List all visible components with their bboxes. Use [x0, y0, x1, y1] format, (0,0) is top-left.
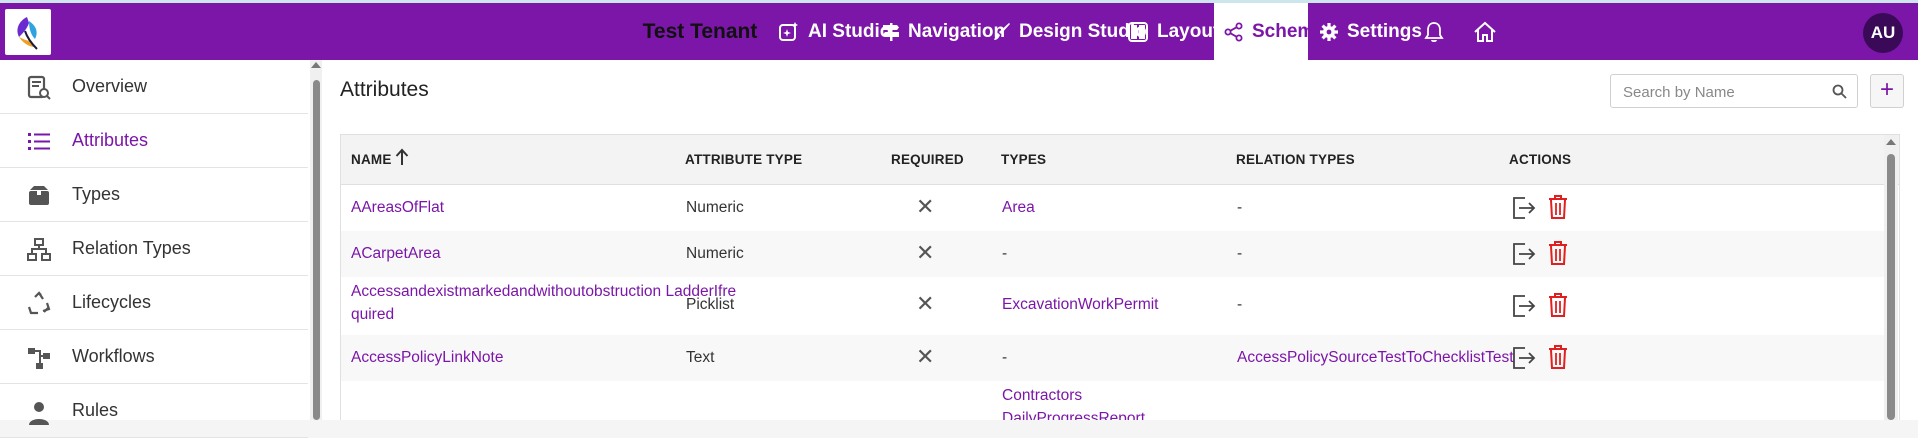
sidebar-item-rules[interactable]: Rules: [0, 384, 308, 438]
attributes-table: NAME ATTRIBUTE TYPE REQUIRED TYPES RELAT…: [340, 134, 1900, 420]
column-header-attribute-type[interactable]: ATTRIBUTE TYPE: [685, 152, 802, 167]
attribute-name-link[interactable]: AAreasOfFlat: [351, 199, 444, 217]
home-icon: [1474, 21, 1496, 42]
table-row: Accessandexistmarkedandwithoutobstructio…: [341, 277, 1885, 335]
column-header-required[interactable]: REQUIRED: [891, 152, 964, 167]
open-details-icon[interactable]: [1511, 195, 1537, 221]
relation-types: -: [1237, 245, 1243, 262]
layout-icon: [1128, 21, 1148, 42]
type-link[interactable]: Area: [1002, 199, 1035, 217]
sidebar: Overview Attributes Types Relation Types: [0, 60, 312, 438]
nav-settings[interactable]: Settings: [1313, 3, 1428, 60]
required-false-icon: ✕: [916, 291, 935, 316]
attribute-type: Picklist: [686, 296, 735, 313]
brush-icon: [994, 22, 1010, 40]
delete-icon[interactable]: [1547, 194, 1569, 220]
column-header-actions: ACTIONS: [1509, 152, 1572, 167]
type-link[interactable]: ExcavationWorkPermit: [1002, 296, 1158, 314]
sidebar-item-workflows[interactable]: Workflows: [0, 330, 308, 384]
sidebar-item-relation-types[interactable]: Relation Types: [0, 222, 308, 276]
sidebar-item-label: Attributes: [72, 130, 149, 150]
type-link[interactable]: Contractors: [1002, 387, 1082, 405]
search-box[interactable]: [1610, 74, 1858, 108]
sidebar-item-attributes[interactable]: Attributes: [0, 114, 308, 168]
attribute-type: Numeric: [686, 245, 744, 262]
open-details-icon[interactable]: [1511, 293, 1537, 319]
bird-logo-icon: [17, 17, 38, 50]
attribute-name-link-line2[interactable]: quired: [351, 306, 394, 324]
hierarchy-icon: [27, 238, 51, 261]
notifications-button[interactable]: [1414, 3, 1454, 60]
sidebar-item-label: Lifecycles: [72, 292, 152, 312]
required-false-icon: ✕: [916, 344, 935, 369]
search-icon[interactable]: [1832, 84, 1847, 99]
nav-schema[interactable]: Schema: [1214, 3, 1325, 60]
sidebar-item-types[interactable]: Types: [0, 168, 308, 222]
overview-icon: [27, 75, 51, 100]
box-icon: [29, 186, 49, 205]
sidebar-item-lifecycles[interactable]: Lifecycles: [0, 276, 308, 330]
attribute-name-link[interactable]: ACarpetArea: [351, 245, 441, 263]
recycle-icon: [27, 291, 51, 315]
relation-types: -: [1237, 296, 1243, 313]
column-header-relation-types[interactable]: RELATION TYPES: [1236, 152, 1355, 167]
sidebar-scroll-thumb[interactable]: [313, 80, 320, 420]
attribute-name-link[interactable]: AccessPolicyLinkNote: [351, 349, 503, 367]
ai-studio-icon: [779, 21, 798, 41]
type-value: -: [1002, 245, 1008, 262]
delete-icon[interactable]: [1547, 344, 1569, 370]
list-icon: [28, 133, 50, 150]
relation-types: -: [1237, 199, 1243, 216]
open-details-icon[interactable]: [1511, 241, 1537, 267]
table-row: ACarpetArea Numeric ✕ - -: [341, 231, 1885, 277]
relation-type-link[interactable]: AccessPolicySourceTestToChecklistTest: [1237, 349, 1514, 367]
table-row: AAreasOfFlat Numeric ✕ Area -: [341, 185, 1885, 231]
gear-icon: [1320, 22, 1338, 41]
column-header-name[interactable]: NAME: [351, 152, 392, 167]
table-scroll-up-icon[interactable]: [1886, 139, 1896, 145]
sidebar-item-label: Relation Types: [72, 238, 191, 258]
bell-icon: [1424, 21, 1444, 42]
required-false-icon: ✕: [916, 240, 935, 265]
app-logo[interactable]: [5, 9, 51, 55]
delete-icon[interactable]: [1547, 292, 1569, 318]
open-details-icon[interactable]: [1511, 345, 1537, 371]
page-title: Attributes: [340, 78, 429, 101]
search-input[interactable]: [1623, 82, 1823, 102]
sidebar-item-label: Overview: [72, 76, 148, 96]
sidebar-item-label: Types: [72, 184, 121, 204]
signpost-icon: [883, 22, 899, 41]
type-link[interactable]: DailyProgressReport: [1002, 410, 1145, 420]
top-bar: Test Tenant AI Studio Navigation Design …: [0, 0, 1918, 60]
nav-settings-label: Settings: [1347, 20, 1422, 42]
column-header-types[interactable]: TYPES: [1001, 152, 1046, 167]
attribute-type: Text: [686, 349, 715, 366]
sidebar-item-overview[interactable]: Overview: [0, 60, 308, 114]
user-icon: [29, 402, 49, 425]
workflow-icon: [28, 348, 50, 369]
required-false-icon: ✕: [916, 194, 935, 219]
type-value: -: [1002, 349, 1008, 366]
share-icon: [1224, 22, 1243, 41]
add-attribute-button[interactable]: +: [1870, 74, 1904, 108]
table-row: Contractors DailyProgressReport: [341, 381, 1885, 420]
table-row: AccessPolicyLinkNote Text ✕ - AccessPoli…: [341, 335, 1885, 381]
sidebar-scroll-up-icon[interactable]: [311, 62, 321, 68]
sidebar-item-label: Workflows: [72, 346, 155, 366]
sidebar-item-label: Rules: [72, 400, 119, 420]
table-scroll-thumb[interactable]: [1887, 154, 1895, 420]
home-button[interactable]: [1465, 3, 1505, 60]
user-avatar[interactable]: AU: [1863, 13, 1903, 53]
delete-icon[interactable]: [1547, 240, 1569, 266]
table-header: NAME ATTRIBUTE TYPE REQUIRED TYPES RELAT…: [341, 135, 1899, 185]
attribute-name-link-line1[interactable]: Accessandexistmarkedandwithoutobstructio…: [351, 283, 736, 301]
sort-ascending-icon[interactable]: [395, 148, 409, 166]
attribute-type: Numeric: [686, 199, 744, 216]
